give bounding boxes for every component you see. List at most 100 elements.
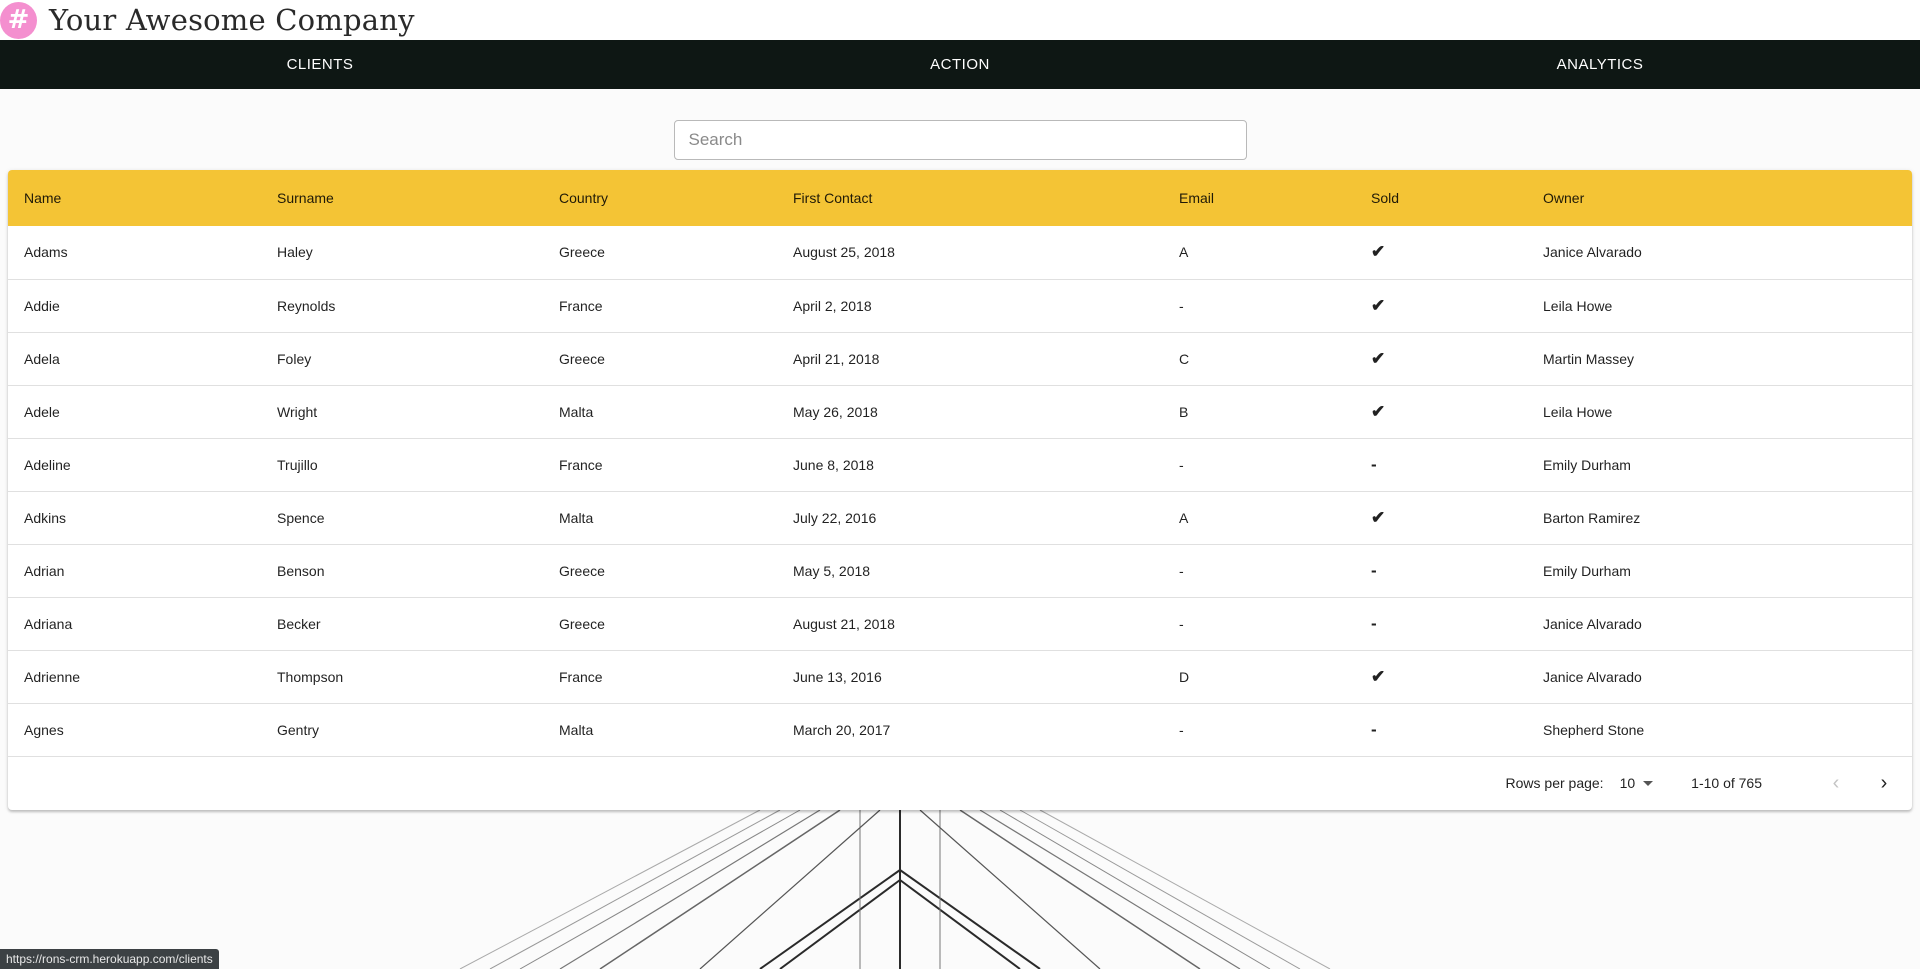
- cell-sold: -: [1371, 560, 1377, 580]
- cell-sold: ✔: [1371, 348, 1386, 368]
- cell-sold: -: [1371, 719, 1377, 739]
- company-name: Your Awesome Company: [49, 3, 415, 37]
- cell-name: Adkins: [24, 509, 67, 526]
- cell-surname: Spence: [277, 509, 325, 526]
- cell-name: Adeline: [24, 456, 71, 473]
- cell-sold: ✔: [1371, 242, 1386, 262]
- cell-surname: Haley: [277, 244, 313, 261]
- cell-owner: Martin Massey: [1543, 350, 1635, 367]
- top-header: # Your Awesome Company: [0, 0, 1920, 40]
- cell-surname: Thompson: [277, 668, 344, 685]
- chevron-right-icon: ›: [1880, 771, 1888, 794]
- cell-sold: ✔: [1371, 295, 1386, 315]
- cell-country: Greece: [559, 350, 605, 367]
- table-row[interactable]: Adeline Trujillo France June 8, 2018 - -…: [8, 438, 1912, 491]
- clients-table: Name Surname Country First Contact Email…: [8, 170, 1912, 756]
- cell-owner: Leila Howe: [1543, 403, 1613, 420]
- column-header-first-contact[interactable]: First Contact: [777, 170, 1163, 226]
- column-header-owner[interactable]: Owner: [1527, 170, 1912, 226]
- cell-country: Greece: [559, 615, 605, 632]
- cell-email: A: [1179, 509, 1189, 526]
- cell-email: -: [1179, 615, 1184, 632]
- cell-country: Malta: [559, 403, 594, 420]
- cell-owner: Janice Alvarado: [1543, 244, 1642, 261]
- table-row[interactable]: Addie Reynolds France April 2, 2018 - ✔ …: [8, 279, 1912, 332]
- cell-name: Adrienne: [24, 668, 81, 685]
- cell-surname: Gentry: [277, 721, 320, 738]
- previous-page-button[interactable]: ‹: [1824, 771, 1848, 795]
- column-header-country[interactable]: Country: [543, 170, 777, 226]
- cell-owner: Janice Alvarado: [1543, 668, 1642, 685]
- cell-name: Adrian: [24, 562, 65, 579]
- cell-email: -: [1179, 297, 1184, 314]
- cell-surname: Foley: [277, 350, 312, 367]
- cell-owner: Janice Alvarado: [1543, 615, 1642, 632]
- column-header-surname[interactable]: Surname: [261, 170, 543, 226]
- cell-email: D: [1179, 668, 1190, 685]
- cell-owner: Shepherd Stone: [1543, 721, 1645, 738]
- table-row[interactable]: Adams Haley Greece August 25, 2018 A ✔ J…: [8, 226, 1912, 279]
- chevron-left-icon: ‹: [1832, 771, 1840, 794]
- cell-name: Adams: [24, 244, 68, 261]
- cell-name: Adele: [24, 403, 60, 420]
- table-row[interactable]: Adrian Benson Greece May 5, 2018 - - Emi…: [8, 544, 1912, 597]
- rows-per-page-select[interactable]: 10: [1620, 775, 1654, 791]
- cell-owner: Emily Durham: [1543, 562, 1631, 579]
- nav-clients[interactable]: CLIENTS: [0, 40, 640, 89]
- cell-country: Greece: [559, 244, 605, 261]
- next-page-button[interactable]: ›: [1872, 771, 1896, 795]
- main-nav: CLIENTS ACTION ANALYTICS: [0, 40, 1920, 89]
- cell-first-contact: May 26, 2018: [793, 403, 878, 420]
- cell-owner: Emily Durham: [1543, 456, 1631, 473]
- column-header-email[interactable]: Email: [1163, 170, 1355, 226]
- cell-sold: ✔: [1371, 401, 1386, 421]
- company-logo-icon[interactable]: #: [0, 1, 37, 39]
- nav-action[interactable]: ACTION: [640, 40, 1280, 89]
- cell-name: Addie: [24, 297, 60, 314]
- cell-country: France: [559, 668, 603, 685]
- cell-first-contact: July 22, 2016: [793, 509, 877, 526]
- cell-surname: Trujillo: [277, 456, 318, 473]
- browser-status-url: https://rons-crm.herokuapp.com/clients: [0, 949, 219, 969]
- cell-email: B: [1179, 403, 1189, 420]
- chevron-down-icon: [1643, 780, 1654, 786]
- cell-first-contact: August 25, 2018: [793, 244, 895, 261]
- cell-surname: Becker: [277, 615, 321, 632]
- rows-per-page-label: Rows per page:: [1505, 775, 1604, 791]
- table-header-row: Name Surname Country First Contact Email…: [8, 170, 1912, 226]
- table-row[interactable]: Adela Foley Greece April 21, 2018 C ✔ Ma…: [8, 332, 1912, 385]
- cell-first-contact: June 8, 2018: [793, 456, 874, 473]
- column-header-name[interactable]: Name: [8, 170, 261, 226]
- search-input[interactable]: [673, 120, 1247, 160]
- table-row[interactable]: Agnes Gentry Malta March 20, 2017 - - Sh…: [8, 703, 1912, 756]
- cell-email: -: [1179, 721, 1184, 738]
- table-row[interactable]: Adkins Spence Malta July 22, 2016 A ✔ Ba…: [8, 491, 1912, 544]
- column-header-sold[interactable]: Sold: [1355, 170, 1527, 226]
- cell-email: -: [1179, 456, 1184, 473]
- cell-sold: ✔: [1371, 507, 1386, 527]
- cell-surname: Benson: [277, 562, 325, 579]
- cell-country: France: [559, 297, 603, 314]
- pagination-range: 1-10 of 765: [1691, 775, 1762, 791]
- cell-first-contact: April 2, 2018: [793, 297, 872, 314]
- table-pagination: Rows per page: 10 1-10 of 765 ‹ ›: [8, 756, 1912, 809]
- cell-first-contact: April 21, 2018: [793, 350, 880, 367]
- cell-sold: -: [1371, 454, 1377, 474]
- cell-sold: ✔: [1371, 666, 1386, 686]
- table-row[interactable]: Adriana Becker Greece August 21, 2018 - …: [8, 597, 1912, 650]
- cell-owner: Barton Ramirez: [1543, 509, 1641, 526]
- cell-surname: Wright: [277, 403, 318, 420]
- nav-analytics[interactable]: ANALYTICS: [1280, 40, 1920, 89]
- cell-email: C: [1179, 350, 1190, 367]
- cell-country: Malta: [559, 509, 594, 526]
- cell-sold: -: [1371, 613, 1377, 633]
- clients-table-card: Name Surname Country First Contact Email…: [8, 170, 1912, 810]
- cell-country: France: [559, 456, 603, 473]
- table-row[interactable]: Adrienne Thompson France June 13, 2016 D…: [8, 650, 1912, 703]
- cell-email: -: [1179, 562, 1184, 579]
- table-row[interactable]: Adele Wright Malta May 26, 2018 B ✔ Leil…: [8, 385, 1912, 438]
- cell-country: Greece: [559, 562, 605, 579]
- cell-email: A: [1179, 244, 1189, 261]
- cell-name: Adela: [24, 350, 60, 367]
- search-container: [0, 120, 1920, 160]
